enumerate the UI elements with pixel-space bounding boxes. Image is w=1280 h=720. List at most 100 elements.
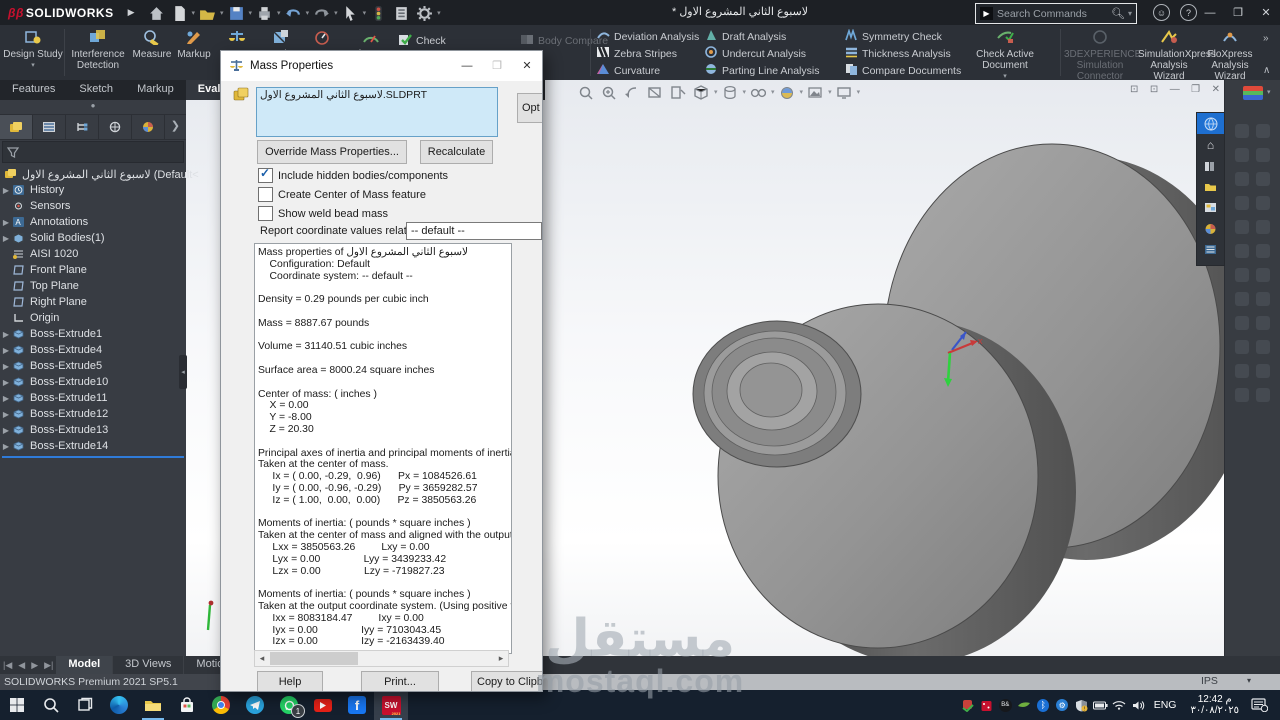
show-weld-bead-mass-checkbox[interactable]: Show weld bead mass bbox=[258, 206, 388, 221]
checkbox-checked-icon[interactable] bbox=[258, 168, 273, 183]
taskbar-search-button[interactable] bbox=[34, 690, 68, 720]
tree-item-boss-extrude4[interactable]: ▶Boss-Extrude4 bbox=[0, 342, 186, 358]
simulationxpress-button[interactable]: SimulationXpress Analysis Wizard bbox=[1138, 27, 1200, 78]
action-center-icon[interactable] bbox=[1248, 697, 1270, 713]
nav-next-icon[interactable]: ▶ bbox=[28, 656, 41, 674]
curvature-button[interactable]: Curvature bbox=[597, 63, 660, 78]
hide-show-items-icon[interactable] bbox=[750, 85, 767, 100]
ribbon-overflow-icon[interactable]: » bbox=[1263, 33, 1269, 44]
new-document-icon[interactable] bbox=[171, 5, 188, 20]
task-view-button[interactable] bbox=[68, 690, 102, 720]
ribbon-collapse-icon[interactable]: ∧ bbox=[1263, 65, 1270, 76]
options-button[interactable]: Opt bbox=[517, 93, 543, 123]
tray-bandicam-icon[interactable]: B& bbox=[997, 697, 1014, 713]
units-dropdown-icon[interactable]: ▾ bbox=[1247, 676, 1251, 685]
file-properties-icon[interactable] bbox=[393, 5, 410, 20]
dialog-title-bar[interactable]: Mass Properties — ❐ ✕ bbox=[221, 51, 542, 81]
tree-item-boss-extrude1[interactable]: ▶Boss-Extrude1 bbox=[0, 326, 186, 342]
solidworks-taskbar-icon[interactable]: SW2021 bbox=[374, 690, 408, 720]
nav-tab-model[interactable]: Model bbox=[56, 656, 113, 674]
search-commands-box[interactable]: ▶ Search Commands 🔍︎ ▾ bbox=[975, 3, 1137, 24]
copy-to-clipboard-button[interactable]: Copy to Clipb bbox=[471, 671, 543, 692]
doc-tile-icon[interactable]: ⊡ bbox=[1130, 84, 1138, 98]
menu-expand-arrow[interactable]: ▶ bbox=[128, 7, 135, 18]
zoom-area-icon[interactable] bbox=[601, 85, 618, 100]
mass-properties-report[interactable]: Mass properties of لاسبوع الثاني المشروع… bbox=[254, 243, 512, 654]
telegram-icon[interactable] bbox=[238, 690, 272, 720]
options-gear-icon[interactable] bbox=[416, 5, 433, 20]
taskbar-clock[interactable]: 12:42 م ٣٠/٠٨/٢٠٢٥ bbox=[1190, 694, 1239, 716]
zebra-stripes-button[interactable]: Zebra Stripes bbox=[597, 46, 677, 61]
rollback-bar[interactable] bbox=[2, 456, 184, 458]
rebuild-traffic-light-icon[interactable] bbox=[370, 5, 387, 20]
tree-item-boss-extrude12[interactable]: ▶Boss-Extrude12 bbox=[0, 406, 186, 422]
restore-button[interactable]: ❐ bbox=[1224, 6, 1252, 19]
view-orientation-icon[interactable] bbox=[693, 85, 710, 100]
include-hidden-bodies-checkbox[interactable]: Include hidden bodies/components bbox=[258, 168, 448, 183]
language-indicator[interactable]: ENG bbox=[1154, 699, 1177, 711]
display-style-icon[interactable] bbox=[722, 85, 739, 100]
doc-close-icon[interactable]: ✕ bbox=[1212, 84, 1220, 98]
custom-properties-pane-tab[interactable] bbox=[1197, 239, 1224, 260]
parting-line-analysis-button[interactable]: Parting Line Analysis bbox=[705, 63, 819, 78]
deviation-analysis-button[interactable]: Deviation Analysis bbox=[597, 29, 699, 44]
nav-last-icon[interactable]: ▶| bbox=[41, 656, 56, 674]
tree-item-origin[interactable]: Origin bbox=[0, 310, 186, 326]
redo-icon[interactable] bbox=[313, 5, 330, 20]
selected-items-list[interactable]: لاسبوع الثاني المشروع الاول.SLDPRT bbox=[256, 87, 498, 137]
edge-icon[interactable] bbox=[102, 690, 136, 720]
tray-nvidia-icon[interactable] bbox=[1016, 697, 1033, 713]
checkbox-unchecked-icon[interactable] bbox=[258, 206, 273, 221]
tree-item-material[interactable]: AISI 1020 bbox=[0, 246, 186, 262]
tree-item-boss-extrude5[interactable]: ▶Boss-Extrude5 bbox=[0, 358, 186, 374]
design-study-button[interactable]: Design Study▾ bbox=[2, 27, 64, 78]
help-icon[interactable]: ? bbox=[1180, 4, 1197, 21]
floxpress-button[interactable]: FloXpress Analysis Wizard bbox=[1202, 27, 1258, 78]
microsoft-store-icon[interactable] bbox=[170, 690, 204, 720]
tray-solidworks-icon[interactable] bbox=[978, 697, 995, 713]
panel-collapse-handle[interactable]: ◂ bbox=[179, 355, 187, 389]
tree-item-boss-extrude13[interactable]: ▶Boss-Extrude13 bbox=[0, 422, 186, 438]
tree-item-history[interactable]: ▶History bbox=[0, 182, 186, 198]
facebook-icon[interactable]: f bbox=[340, 690, 374, 720]
user-account-icon[interactable]: ☺ bbox=[1153, 4, 1170, 21]
tree-item-annotations[interactable]: ▶AAnnotations bbox=[0, 214, 186, 230]
feature-manager-tab[interactable] bbox=[0, 115, 33, 139]
tray-wifi-icon[interactable] bbox=[1111, 697, 1128, 713]
draft-analysis-button[interactable]: Draft Analysis bbox=[705, 29, 786, 44]
check-active-document-button[interactable]: Check Active Document▾ bbox=[955, 27, 1055, 78]
tab-sketch[interactable]: Sketch bbox=[67, 80, 125, 100]
tree-item-boss-extrude11[interactable]: ▶Boss-Extrude11 bbox=[0, 390, 186, 406]
display-manager-tab[interactable] bbox=[132, 115, 165, 139]
print-button[interactable]: Print... bbox=[361, 671, 439, 692]
check-button[interactable]: Check bbox=[398, 33, 446, 49]
appearance-swatch-icon[interactable] bbox=[1243, 86, 1263, 100]
zoom-fit-icon[interactable] bbox=[578, 85, 595, 100]
checkbox-unchecked-icon[interactable] bbox=[258, 187, 273, 202]
undo-icon[interactable] bbox=[285, 5, 302, 20]
symmetry-check-button[interactable]: Symmetry Check bbox=[845, 29, 942, 44]
create-center-of-mass-checkbox[interactable]: Create Center of Mass feature bbox=[258, 187, 426, 202]
nav-tab-3d-views[interactable]: 3D Views bbox=[113, 656, 184, 674]
interference-detection-button[interactable]: Interference Detection bbox=[66, 27, 130, 78]
tab-markup[interactable]: Markup bbox=[125, 80, 186, 100]
doc-cascade-icon[interactable]: ⊡ bbox=[1150, 84, 1158, 98]
tree-item-boss-extrude10[interactable]: ▶Boss-Extrude10 bbox=[0, 374, 186, 390]
home-pane-tab[interactable]: ⌂ bbox=[1197, 134, 1224, 155]
scroll-left-icon[interactable]: ◂ bbox=[255, 653, 269, 664]
dialog-minimize-button[interactable]: — bbox=[452, 51, 482, 81]
previous-view-icon[interactable] bbox=[624, 85, 641, 100]
edit-appearance-icon[interactable] bbox=[779, 85, 796, 100]
view-settings-icon[interactable] bbox=[836, 85, 853, 100]
whatsapp-icon[interactable]: 1 bbox=[272, 690, 306, 720]
tree-root-part[interactable]: لاسبوع الثاني المشروع الاول (Default< bbox=[0, 166, 186, 182]
minimize-button[interactable]: — bbox=[1196, 7, 1224, 19]
select-cursor-icon[interactable] bbox=[342, 5, 359, 20]
units-indicator[interactable]: IPS bbox=[1201, 675, 1218, 687]
dynamic-annotation-icon[interactable] bbox=[670, 85, 687, 100]
help-button[interactable]: Help bbox=[257, 671, 323, 692]
view-palette-pane-tab[interactable] bbox=[1197, 197, 1224, 218]
report-horizontal-scrollbar[interactable]: ◂ ▸ bbox=[254, 650, 509, 667]
tree-filter-input[interactable] bbox=[2, 141, 184, 163]
doc-restore-icon[interactable]: ❐ bbox=[1191, 84, 1200, 98]
